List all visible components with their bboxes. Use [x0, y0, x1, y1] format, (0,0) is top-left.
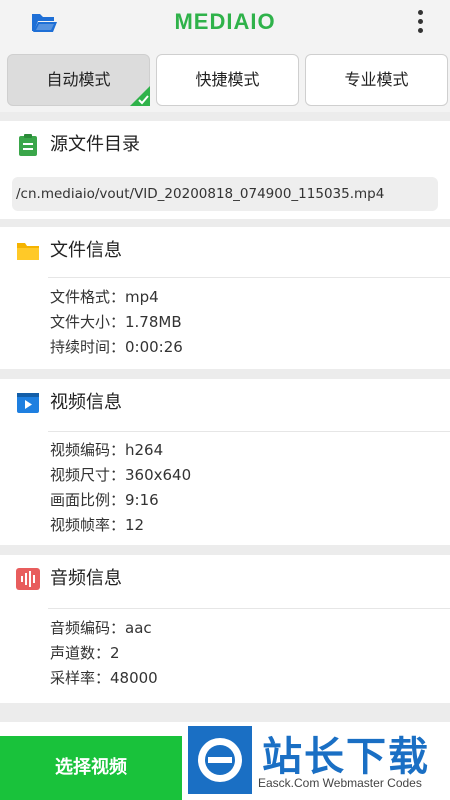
aspect-ratio-row: 画面比例：9:16: [50, 491, 159, 509]
mode-tabs: 自动模式 快捷模式 专业模式: [0, 46, 450, 112]
video-codec-row: 视频编码：h264: [50, 441, 164, 459]
watermark-logo-icon: [188, 726, 252, 794]
more-vertical-icon[interactable]: [416, 10, 424, 36]
video-info-section: 视频信息 视频编码：h264 视频尺寸：360x640 画面比例：9:16 视频…: [0, 379, 450, 545]
app-logo: MEDIAIO: [174, 9, 276, 34]
source-path-field[interactable]: /cn.mediaio/vout/VID_20200818_074900_115…: [12, 177, 438, 211]
audio-wave-icon: [16, 568, 40, 590]
file-info-rows: 文件格式：mp4 文件大小：1.78MB 持续时间：0:00:26: [50, 285, 183, 360]
select-video-button[interactable]: 选择视频: [0, 736, 182, 800]
audio-info-title: 音频信息: [50, 568, 122, 589]
video-info-rows: 视频编码：h264 视频尺寸：360x640 画面比例：9:16 视频帧率：12: [50, 438, 191, 538]
tab-label: 自动模式: [46, 70, 111, 89]
section-header: 源文件目录: [0, 121, 450, 169]
sample-rate-row: 采样率：48000: [50, 669, 158, 687]
folder-icon: [17, 243, 39, 260]
audio-info-rows: 音频编码：aac 声道数：2 采样率：48000: [50, 616, 158, 691]
file-info-section: 文件信息 文件格式：mp4 文件大小：1.78MB 持续时间：0:00:26: [0, 227, 450, 369]
audio-info-section: 音频信息 音频编码：aac 声道数：2 采样率：48000: [0, 555, 450, 703]
file-format-row: 文件格式：mp4: [50, 288, 159, 306]
divider: [48, 277, 450, 278]
tab-pro-mode[interactable]: 专业模式: [305, 54, 448, 106]
top-bar: MEDIAIO: [0, 0, 450, 46]
frame-rate-row: 视频帧率：12: [50, 516, 145, 534]
source-title: 源文件目录: [50, 134, 140, 155]
checkmark-icon: [130, 86, 150, 106]
video-info-title: 视频信息: [50, 392, 122, 413]
audio-codec-row: 音频编码：aac: [50, 619, 152, 637]
section-header: 音频信息: [0, 555, 450, 603]
duration-row: 持续时间：0:00:26: [50, 338, 183, 356]
divider: [48, 608, 450, 609]
video-size-row: 视频尺寸：360x640: [50, 466, 192, 484]
source-section: 源文件目录 /cn.mediaio/vout/VID_20200818_0749…: [0, 121, 450, 219]
tab-quick-mode[interactable]: 快捷模式: [156, 54, 299, 106]
clipboard-icon: [19, 134, 37, 156]
divider: [48, 431, 450, 432]
section-header: 视频信息: [0, 379, 450, 427]
bottom-bar: 选择视频 站长下载 Easck.Com Webmaster Codes: [0, 722, 450, 800]
file-info-title: 文件信息: [50, 240, 122, 261]
section-header: 文件信息: [0, 227, 450, 275]
tab-label: 专业模式: [344, 70, 409, 89]
channels-row: 声道数：2: [50, 644, 120, 662]
watermark-subtitle: Easck.Com Webmaster Codes: [258, 776, 422, 790]
tab-auto-mode[interactable]: 自动模式: [7, 54, 150, 106]
watermark: 站长下载 Easck.Com Webmaster Codes: [182, 722, 450, 800]
file-size-row: 文件大小：1.78MB: [50, 313, 182, 331]
tab-label: 快捷模式: [195, 70, 260, 89]
watermark-title: 站长下载: [262, 734, 430, 780]
video-icon: [17, 393, 39, 413]
